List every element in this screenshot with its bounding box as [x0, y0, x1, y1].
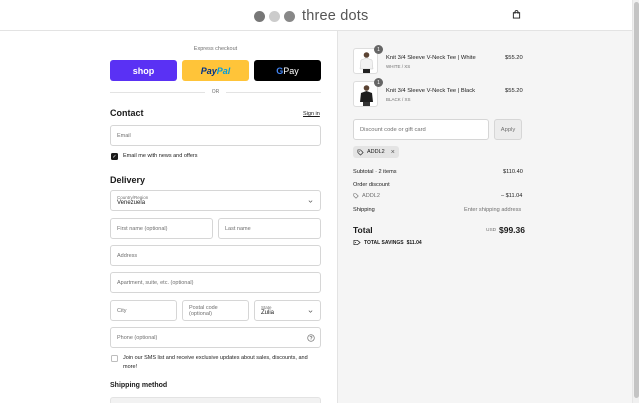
order-discount-code-row: ADDL2: [353, 193, 380, 199]
order-discount-label: Order discount: [353, 182, 390, 188]
order-discount-value: – $11.04: [501, 193, 523, 199]
brand-name: three dots: [302, 8, 369, 24]
postal-code-field[interactable]: Postal code (optional): [182, 300, 249, 321]
applied-discount-tag: ADDL2 ×: [353, 146, 399, 158]
discount-code-placeholder: Discount code or gift card: [360, 126, 426, 133]
state-value: Zulia: [261, 310, 275, 316]
applied-discount-code: ADDL2: [367, 149, 385, 155]
brand-logo[interactable]: three dots: [254, 8, 369, 24]
paypal-button[interactable]: Pay Pal: [182, 60, 249, 81]
total-label: Total: [353, 225, 373, 235]
apartment-placeholder: Apartment, suite, etc. (optional): [117, 279, 194, 286]
order-summary-panel: [337, 31, 632, 403]
address-field[interactable]: Address: [110, 245, 321, 266]
email-field[interactable]: Email: [110, 125, 321, 146]
cart-item-price: $55.20: [505, 88, 523, 94]
paypal-label-part2: Pal: [216, 65, 231, 76]
google-g-icon: G: [276, 65, 284, 76]
newsletter-checkbox-row[interactable]: ✓ Email me with news and offers: [111, 152, 198, 161]
total-savings-row: TOTAL SAVINGS $11.04: [353, 239, 422, 246]
help-circle-icon[interactable]: [307, 334, 315, 342]
quantity-badge: 1: [374, 45, 383, 54]
city-placeholder: City: [117, 307, 127, 314]
sms-checkbox[interactable]: [111, 355, 118, 362]
newsletter-label: Email me with news and offers: [123, 153, 198, 159]
or-divider-label: OR: [205, 89, 226, 95]
order-discount-code: ADDL2: [362, 193, 381, 199]
chevron-down-icon: [308, 200, 313, 203]
logo-dot-3: [284, 10, 295, 22]
tag-icon: [353, 193, 359, 199]
phone-field[interactable]: Phone (optional): [110, 327, 321, 348]
sign-in-link[interactable]: Sign in: [303, 111, 320, 117]
discount-code-input[interactable]: Discount code or gift card: [353, 119, 489, 140]
cart-item-variant: BLACK / XS: [386, 97, 411, 102]
checkout-header: three dots: [0, 0, 639, 31]
shop-pay-label: shop: [132, 65, 155, 76]
subtotal-value: $110.40: [503, 169, 523, 175]
logo-dot-1: [254, 10, 265, 22]
shipping-method-box: [110, 397, 321, 403]
shipping-method-heading: Shipping method: [110, 382, 168, 389]
shipping-label: Shipping: [353, 207, 375, 213]
savings-tag-icon: [353, 239, 361, 246]
total-currency: USD: [486, 228, 497, 233]
city-field[interactable]: City: [110, 300, 177, 321]
cart-item-price: $55.20: [505, 55, 523, 61]
sms-label-line2: more!: [123, 364, 138, 370]
google-pay-label: Pay: [283, 65, 299, 76]
contact-heading: Contact: [110, 108, 144, 118]
sms-label-line1: Join our SMS list and receive exclusive …: [123, 355, 308, 361]
remove-discount-icon[interactable]: ×: [391, 149, 395, 156]
quantity-badge: 1: [374, 78, 383, 87]
cart-item-variant: WHITE / XS: [386, 64, 411, 69]
logo-dot-2: [269, 10, 280, 22]
chevron-down-icon: [308, 310, 313, 313]
total-savings-label: TOTAL SAVINGS: [364, 239, 404, 246]
scrollbar-thumb[interactable]: [634, 2, 639, 398]
postal-code-placeholder: Postal code (optional): [189, 304, 218, 317]
newsletter-checkbox[interactable]: ✓: [111, 153, 118, 160]
address-placeholder: Address: [117, 252, 138, 259]
paypal-label-part1: Pay: [200, 65, 217, 76]
subtotal-label: Subtotal · 2 items: [353, 169, 397, 175]
shop-pay-button[interactable]: shop: [110, 60, 177, 81]
delivery-heading: Delivery: [110, 175, 146, 185]
last-name-placeholder: Last name: [225, 225, 251, 232]
google-pay-button[interactable]: G Pay: [254, 60, 321, 81]
apartment-field[interactable]: Apartment, suite, etc. (optional): [110, 272, 321, 293]
apply-discount-button[interactable]: Apply: [494, 119, 522, 140]
cart-item-name: Knit 3/4 Sleeve V-Neck Tee | Black: [386, 88, 476, 94]
country-value: Venezuela: [117, 200, 146, 206]
total-savings-value: $11.04: [406, 239, 422, 246]
first-name-placeholder: First name (optional): [117, 225, 168, 232]
tag-icon: [357, 149, 364, 156]
state-select[interactable]: State Zulia: [254, 300, 321, 321]
shopping-bag-icon[interactable]: [512, 10, 521, 19]
cart-item-name: Knit 3/4 Sleeve V-Neck Tee | White: [386, 55, 476, 61]
sms-checkbox-row[interactable]: Join our SMS list and receive exclusive …: [111, 354, 321, 372]
page-scrollbar[interactable]: [632, 0, 639, 403]
shipping-value: Enter shipping address: [464, 207, 522, 213]
express-checkout-label: Express checkout: [193, 46, 238, 52]
last-name-field[interactable]: Last name: [218, 218, 321, 239]
phone-placeholder: Phone (optional): [117, 334, 158, 341]
first-name-field[interactable]: First name (optional): [110, 218, 213, 239]
total-value: $99.36: [499, 225, 525, 235]
email-placeholder: Email: [117, 132, 131, 139]
country-select[interactable]: Country/Region Venezuela: [110, 190, 321, 211]
